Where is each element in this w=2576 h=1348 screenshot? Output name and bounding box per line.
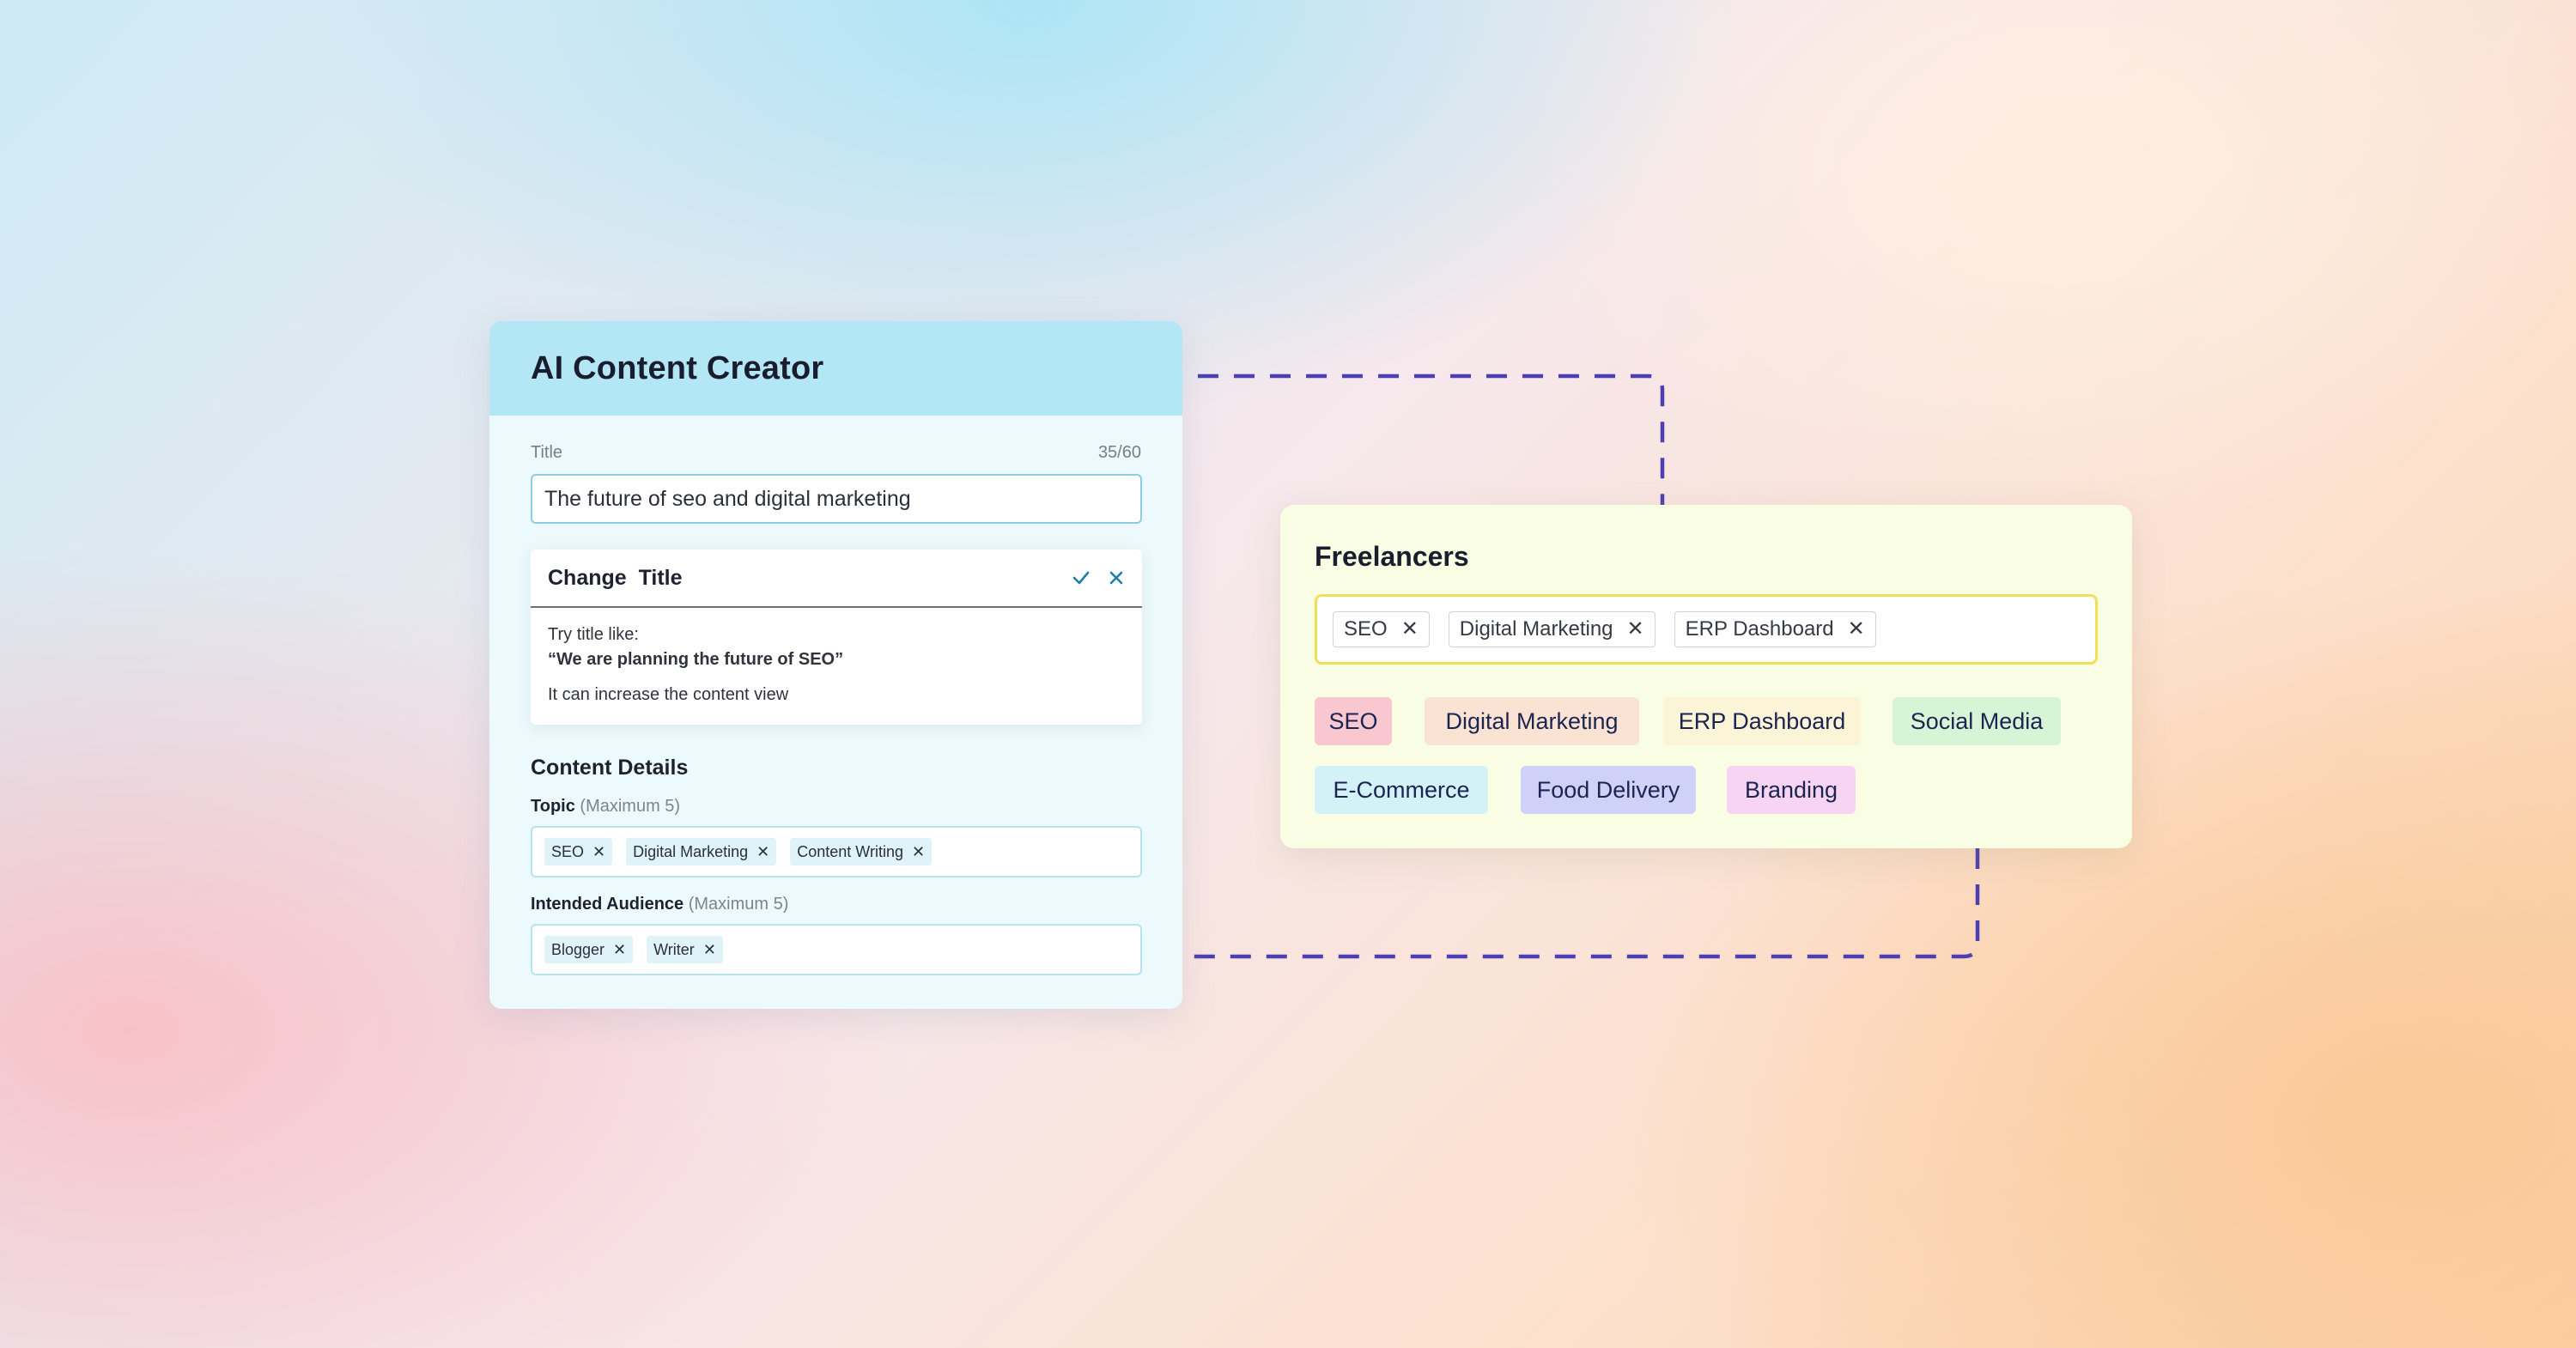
topic-chip: Digital Marketing ✕ (626, 838, 777, 865)
remove-chip-icon[interactable]: ✕ (1627, 619, 1644, 640)
remove-chip-icon[interactable]: ✕ (592, 844, 605, 859)
selected-chip: ERP Dashboard ✕ (1674, 611, 1876, 647)
topic-chip-label: SEO (551, 842, 585, 860)
remove-chip-icon[interactable]: ✕ (613, 942, 626, 957)
connector-bottom (1182, 848, 1980, 959)
selected-chip: SEO ✕ (1333, 611, 1430, 647)
selected-chip-label: SEO (1344, 617, 1388, 641)
audience-chip-label: Blogger (551, 940, 605, 958)
audience-label: Intended Audience (531, 895, 684, 914)
selected-chip-label: Digital Marketing (1459, 617, 1613, 641)
check-icon[interactable] (1072, 568, 1091, 587)
topic-chip: SEO ✕ (544, 838, 613, 865)
suggestion-body: Try title like: “We are planning the fut… (531, 608, 1142, 722)
category-pill-label: Food Delivery (1536, 776, 1680, 803)
title-input-value: The future of seo and digital marketing (544, 486, 911, 511)
ai-card-header: AI Content Creator (489, 321, 1182, 416)
suggestion-header: Change Title (531, 550, 1142, 608)
category-pill-digital-marketing[interactable]: Digital Marketing (1425, 697, 1639, 745)
remove-chip-icon[interactable]: ✕ (912, 844, 925, 859)
category-pill-label: Digital Marketing (1445, 707, 1619, 734)
topic-hint: (Maximum 5) (580, 797, 681, 816)
category-pill-label: Social Media (1910, 707, 2044, 734)
category-pill-seo[interactable]: SEO (1315, 697, 1392, 745)
audience-tag-input[interactable]: Blogger ✕ Writer ✕ (531, 924, 1142, 975)
title-suggestion-popover: Change Title Try title like: “We are pla… (531, 550, 1142, 725)
topic-label-row: Topic (Maximum 5) (531, 797, 680, 817)
freelancers-card: Freelancers SEO ✕ Digital Marketing ✕ ER… (1280, 505, 2132, 848)
audience-label-row: Intended Audience (Maximum 5) (531, 895, 788, 914)
audience-chip: Blogger ✕ (544, 936, 634, 963)
close-icon[interactable] (1108, 569, 1125, 586)
suggestion-title: “We are planning the future of SEO” (548, 650, 844, 669)
connector-top (1198, 373, 1665, 505)
remove-chip-icon[interactable]: ✕ (1848, 619, 1865, 640)
audience-hint: (Maximum 5) (688, 895, 789, 914)
topic-chip: Content Writing ✕ (790, 838, 933, 865)
category-pill-e-commerce[interactable]: E-Commerce (1315, 766, 1488, 814)
selected-chip-label: ERP Dashboard (1685, 617, 1834, 641)
category-pill-label: ERP Dashboard (1678, 707, 1846, 734)
category-pill-social-media[interactable]: Social Media (1893, 697, 2061, 745)
freelancer-tag-input[interactable]: SEO ✕ Digital Marketing ✕ ERP Dashboard … (1315, 594, 2098, 665)
suggestion-note: It can increase the content view (548, 685, 789, 704)
topic-chip-label: Digital Marketing (633, 842, 749, 860)
ai-content-creator-card: AI Content Creator Title 35/60 The futur… (489, 321, 1182, 1009)
category-pill-label: Branding (1744, 776, 1838, 803)
title-input[interactable]: The future of seo and digital marketing (531, 474, 1142, 524)
category-pill-food-delivery[interactable]: Food Delivery (1521, 766, 1696, 814)
selected-chip: Digital Marketing ✕ (1448, 611, 1656, 647)
audience-chip-label: Writer (653, 940, 695, 958)
category-pill-erp-dashboard[interactable]: ERP Dashboard (1663, 697, 1861, 745)
ai-card-title: AI Content Creator (531, 349, 824, 386)
suggestion-intro: Try title like: (548, 625, 639, 644)
category-pill-label: SEO (1328, 707, 1378, 734)
category-pill-label: E-Commerce (1333, 776, 1470, 803)
topic-label: Topic (531, 797, 575, 816)
content-details-heading: Content Details (531, 756, 689, 780)
topic-tag-input[interactable]: SEO ✕ Digital Marketing ✕ Content Writin… (531, 826, 1142, 877)
audience-chip: Writer ✕ (647, 936, 723, 963)
suggestion-heading: Change Title (548, 565, 683, 590)
title-field-meta: Title 35/60 (531, 443, 1141, 463)
remove-chip-icon[interactable]: ✕ (756, 844, 769, 859)
topic-chip-label: Content Writing (797, 842, 903, 860)
title-label: Title (531, 443, 563, 462)
char-counter: 35/60 (1097, 443, 1141, 462)
remove-chip-icon[interactable]: ✕ (703, 942, 716, 957)
remove-chip-icon[interactable]: ✕ (1401, 619, 1419, 640)
freelancers-title: Freelancers (1315, 541, 1469, 572)
suggestion-actions (1072, 568, 1125, 587)
category-pill-branding[interactable]: Branding (1727, 766, 1856, 814)
